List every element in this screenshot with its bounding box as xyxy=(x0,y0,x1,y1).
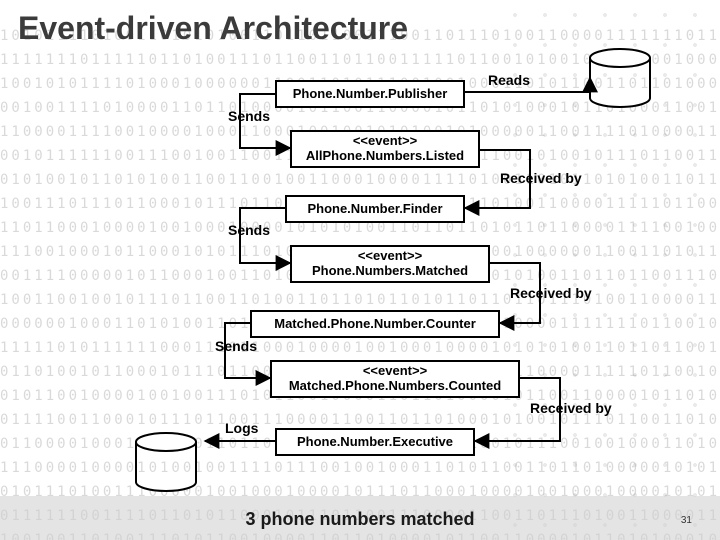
page-number: 31 xyxy=(681,515,692,526)
stereotype-label: <<event>> xyxy=(363,364,427,379)
label-received-3: Received by xyxy=(530,400,612,416)
node-event-matched-label: Phone.Numbers.Matched xyxy=(312,264,468,279)
label-reads: Reads xyxy=(488,72,530,88)
node-finder: Phone.Number.Finder xyxy=(285,195,465,223)
node-event-counted-label: Matched.Phone.Numbers.Counted xyxy=(289,379,501,394)
node-executive: Phone.Number.Executive xyxy=(275,428,475,456)
node-publisher-label: Phone.Number.Publisher xyxy=(293,87,448,102)
label-logs: Logs xyxy=(225,420,258,436)
label-sends-1: Sends xyxy=(228,108,270,124)
node-event-all-listed: <<event>> AllPhone.Numbers.Listed xyxy=(290,130,480,168)
database-bottom xyxy=(130,432,202,494)
node-event-all-listed-label: AllPhone.Numbers.Listed xyxy=(306,149,464,164)
label-sends-2: Sends xyxy=(228,222,270,238)
node-counter: Matched.Phone.Number.Counter xyxy=(250,310,500,338)
stereotype-label: <<event>> xyxy=(358,249,422,264)
slide-title: Event-driven Architecture xyxy=(18,10,408,47)
label-sends-3: Sends xyxy=(215,338,257,354)
database-top xyxy=(584,48,656,110)
label-received-2: Received by xyxy=(510,285,592,301)
node-publisher: Phone.Number.Publisher xyxy=(275,80,465,108)
node-event-counted: <<event>> Matched.Phone.Numbers.Counted xyxy=(270,360,520,398)
stereotype-label: <<event>> xyxy=(353,134,417,149)
label-received-1: Received by xyxy=(500,170,582,186)
node-counter-label: Matched.Phone.Number.Counter xyxy=(274,317,476,332)
footer-text: 3 phone numbers matched xyxy=(245,509,474,530)
node-event-matched: <<event>> Phone.Numbers.Matched xyxy=(290,245,490,283)
node-finder-label: Phone.Number.Finder xyxy=(307,202,442,217)
node-executive-label: Phone.Number.Executive xyxy=(297,435,453,450)
